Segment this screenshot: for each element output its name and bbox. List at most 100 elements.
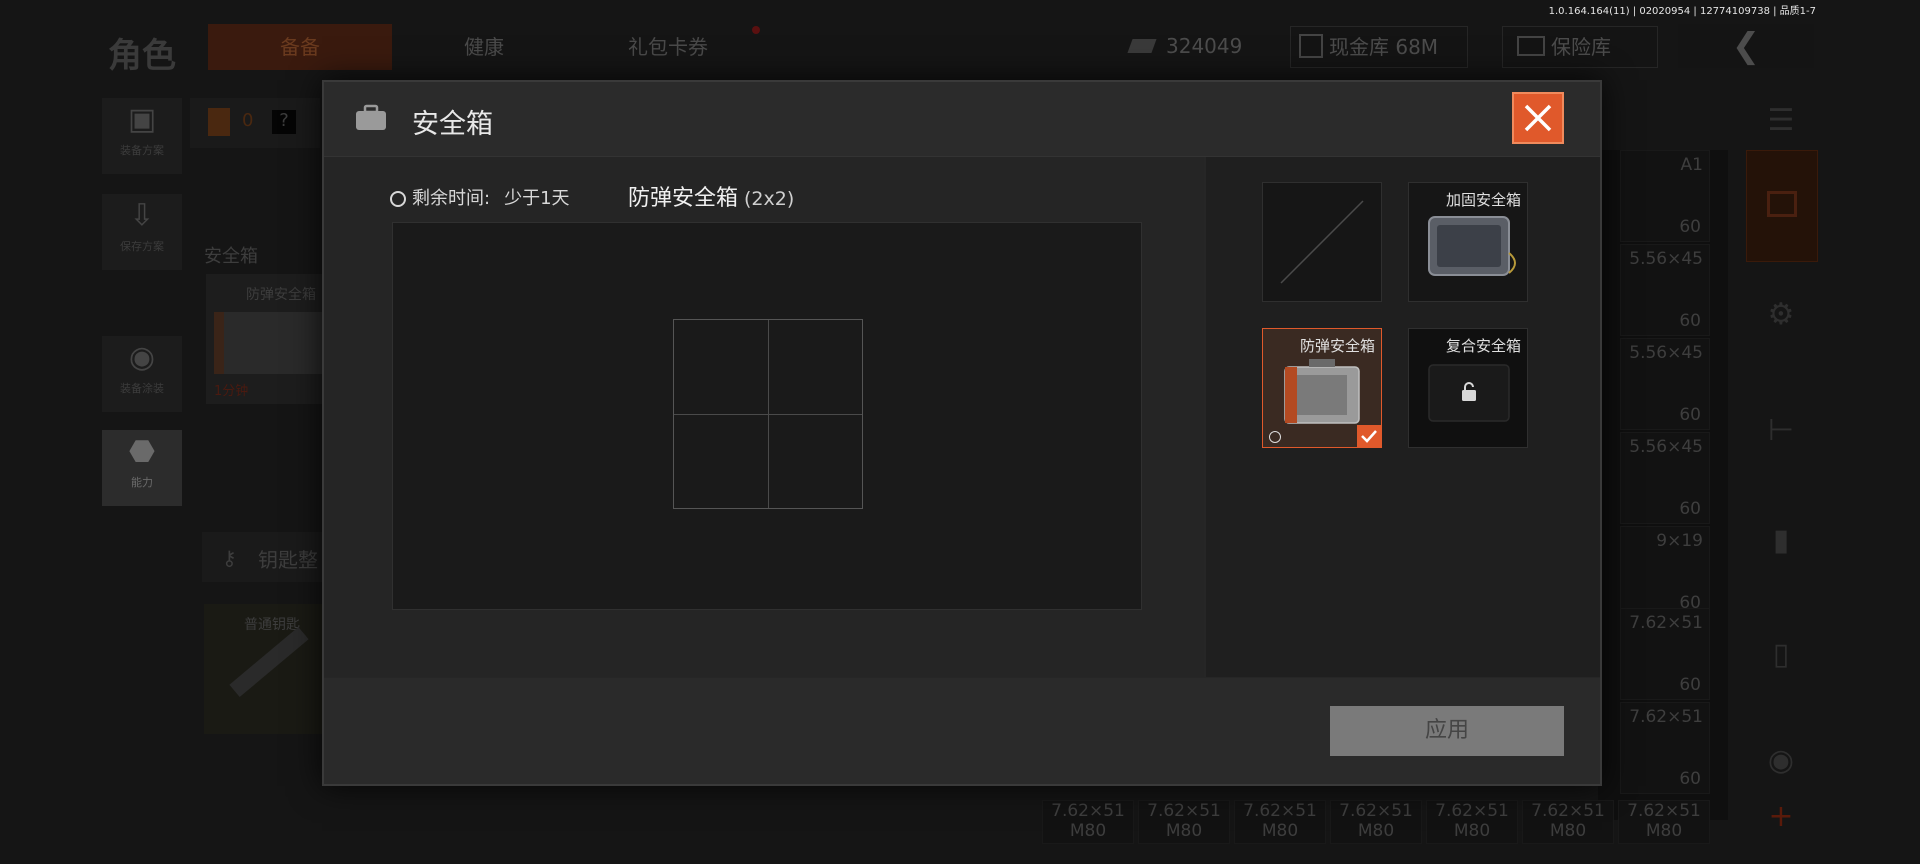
modal-title: 安全箱	[412, 109, 493, 140]
sidebar-item-label: 保存方案	[120, 240, 164, 253]
inventory-item[interactable]: 9×19 60	[1620, 526, 1710, 618]
insurance-icon	[1517, 36, 1545, 56]
insurance-button[interactable]: 保险库	[1502, 26, 1658, 68]
scope-icon[interactable]: ◉	[1742, 730, 1820, 792]
inventory-item[interactable]: 7.62×51 M80	[1138, 800, 1230, 844]
secure-box-image	[214, 312, 328, 374]
ammo-label: 7.62×51	[1051, 801, 1125, 821]
ammo-type: M80	[1261, 821, 1299, 841]
back-button[interactable]: ❮	[1678, 24, 1814, 68]
equipped-box-name: 防弹安全箱	[246, 287, 316, 303]
ammo-count: 60	[1679, 769, 1701, 789]
apply-button[interactable]: 应用	[1330, 706, 1564, 756]
tab-gift-cards[interactable]: 礼包卡券	[576, 24, 760, 70]
selected-check-icon	[1357, 425, 1381, 447]
sidebar-item-ability[interactable]: ⬣ 能力	[102, 430, 182, 506]
ammo-label: 5.56×45	[1629, 249, 1703, 269]
tab-health[interactable]: 健康	[392, 24, 576, 70]
vest-icon	[208, 108, 230, 136]
grip-icon[interactable]: ▯	[1742, 624, 1820, 686]
magazine-icon[interactable]: ▮	[1742, 510, 1820, 572]
add-icon[interactable]: +	[1742, 786, 1820, 848]
reinforced-case-image	[1428, 216, 1516, 276]
case-slot-composite[interactable]: 复合安全箱	[1408, 328, 1528, 448]
gear-part-icon[interactable]: ⚙	[1742, 284, 1820, 346]
box-name: 防弹安全箱	[628, 186, 739, 211]
tab-equipment[interactable]: 备备	[208, 24, 392, 70]
lightning-icon: ⬣	[128, 434, 156, 469]
sidebar-item-label: 装备涂装	[120, 382, 164, 395]
armor-count: 0	[242, 110, 254, 131]
inventory-item[interactable]: 7.62×51 M80	[1426, 800, 1518, 844]
coin-icon	[1127, 39, 1157, 53]
coin-display: 324049	[1127, 26, 1242, 66]
inventory-item[interactable]: A1 60	[1620, 150, 1710, 242]
case-slot-bulletproof[interactable]: 防弹安全箱	[1262, 328, 1382, 448]
sidebar-item-save[interactable]: ⇩ 保存方案	[102, 194, 182, 270]
inventory-item[interactable]: 5.56×45 60	[1620, 432, 1710, 524]
page-title: 角色	[108, 36, 176, 76]
inventory-item[interactable]: 7.62×51 60	[1620, 608, 1710, 700]
lock-icon	[1462, 382, 1476, 401]
ammo-label: 7.62×51	[1627, 801, 1701, 821]
rifle-icon[interactable]: ⊢	[1742, 400, 1820, 462]
sidebar-item-label: 装备方案	[120, 144, 164, 157]
inventory-item[interactable]: 7.62×51 M80	[1522, 800, 1614, 844]
notification-dot	[752, 26, 760, 34]
armor-slot[interactable]: 0 ?	[190, 98, 320, 148]
helmet-icon: ◉	[128, 340, 156, 375]
secure-box-modal: 安全箱 剩余时间: 少于1天 防弹安全箱 (2x2) 加固安全箱 防弹安全箱 复…	[322, 80, 1602, 786]
ammo-label: 7.62×51	[1147, 801, 1221, 821]
remaining-time: 剩余时间: 少于1天	[390, 184, 570, 210]
ammo-type: M80	[1549, 821, 1587, 841]
sidebar-item-label: 能力	[131, 476, 153, 489]
key-item-image	[229, 626, 309, 698]
cash-vault-button[interactable]: 现金库 68M	[1290, 26, 1468, 68]
vault-icon	[1299, 34, 1323, 58]
selected-box-title: 防弹安全箱 (2x2)	[628, 180, 794, 212]
inventory-item[interactable]: 7.62×51 M80	[1042, 800, 1134, 844]
inventory-item[interactable]: 5.56×45 60	[1620, 244, 1710, 336]
storage-grid-2x2	[673, 319, 863, 509]
ammo-count: 60	[1679, 675, 1701, 695]
ammo-type: M80	[1069, 821, 1107, 841]
inventory-item[interactable]: 5.56×45 60	[1620, 338, 1710, 430]
ammo-count: 60	[1679, 499, 1701, 519]
key-item-slot[interactable]: 普通钥匙	[204, 604, 322, 734]
ammo-label: 7.62×51	[1243, 801, 1317, 821]
ammo-label: 5.56×45	[1629, 437, 1703, 457]
download-icon: ⇩	[129, 198, 155, 233]
inventory-item[interactable]: 7.62×51 M80	[1618, 800, 1710, 844]
insurance-label: 保险库	[1551, 35, 1611, 59]
modal-header: 安全箱	[324, 82, 1600, 157]
ammo-type: A1	[1680, 155, 1703, 175]
ammo-count: 60	[1679, 405, 1701, 425]
stack-icon[interactable]: ☰	[1742, 90, 1820, 152]
inventory-item[interactable]: 7.62×51 M80	[1234, 800, 1326, 844]
ammo-label: 7.62×51	[1531, 801, 1605, 821]
inventory-item[interactable]: 7.62×51 M80	[1330, 800, 1422, 844]
briefcase-icon	[356, 104, 386, 130]
help-icon[interactable]: ?	[272, 110, 296, 134]
case-slot-empty[interactable]	[1262, 182, 1382, 302]
close-button[interactable]	[1512, 92, 1564, 144]
empty-slot-line	[1280, 200, 1364, 284]
key-icon: ⚷	[222, 546, 237, 570]
ammo-count: 60	[1679, 217, 1701, 237]
category-selected[interactable]	[1746, 150, 1818, 262]
ammo-label: 7.62×51	[1629, 707, 1703, 727]
equipped-secure-box-slot[interactable]: 防弹安全箱 1分钟	[206, 274, 328, 404]
backpack-icon: ▣	[127, 102, 157, 137]
keys-label: 钥匙整	[258, 548, 318, 572]
secure-box-section-label: 安全箱	[204, 246, 258, 267]
ammo-label: 5.56×45	[1629, 343, 1703, 363]
inventory-item[interactable]: 7.62×51 60	[1620, 702, 1710, 794]
keys-button[interactable]: ⚷ 钥匙整	[202, 532, 322, 582]
layers-icon	[1767, 191, 1797, 217]
sidebar-item-skins[interactable]: ◉ 装备涂装	[102, 336, 182, 412]
close-icon	[1524, 104, 1552, 132]
case-slot-reinforced[interactable]: 加固安全箱	[1408, 182, 1528, 302]
ammo-type: M80	[1357, 821, 1395, 841]
version-text: 1.0.164.164(11) | 02020954 | 12774109738…	[1548, 6, 1816, 17]
sidebar-item-loadout[interactable]: ▣ 装备方案	[102, 98, 182, 174]
